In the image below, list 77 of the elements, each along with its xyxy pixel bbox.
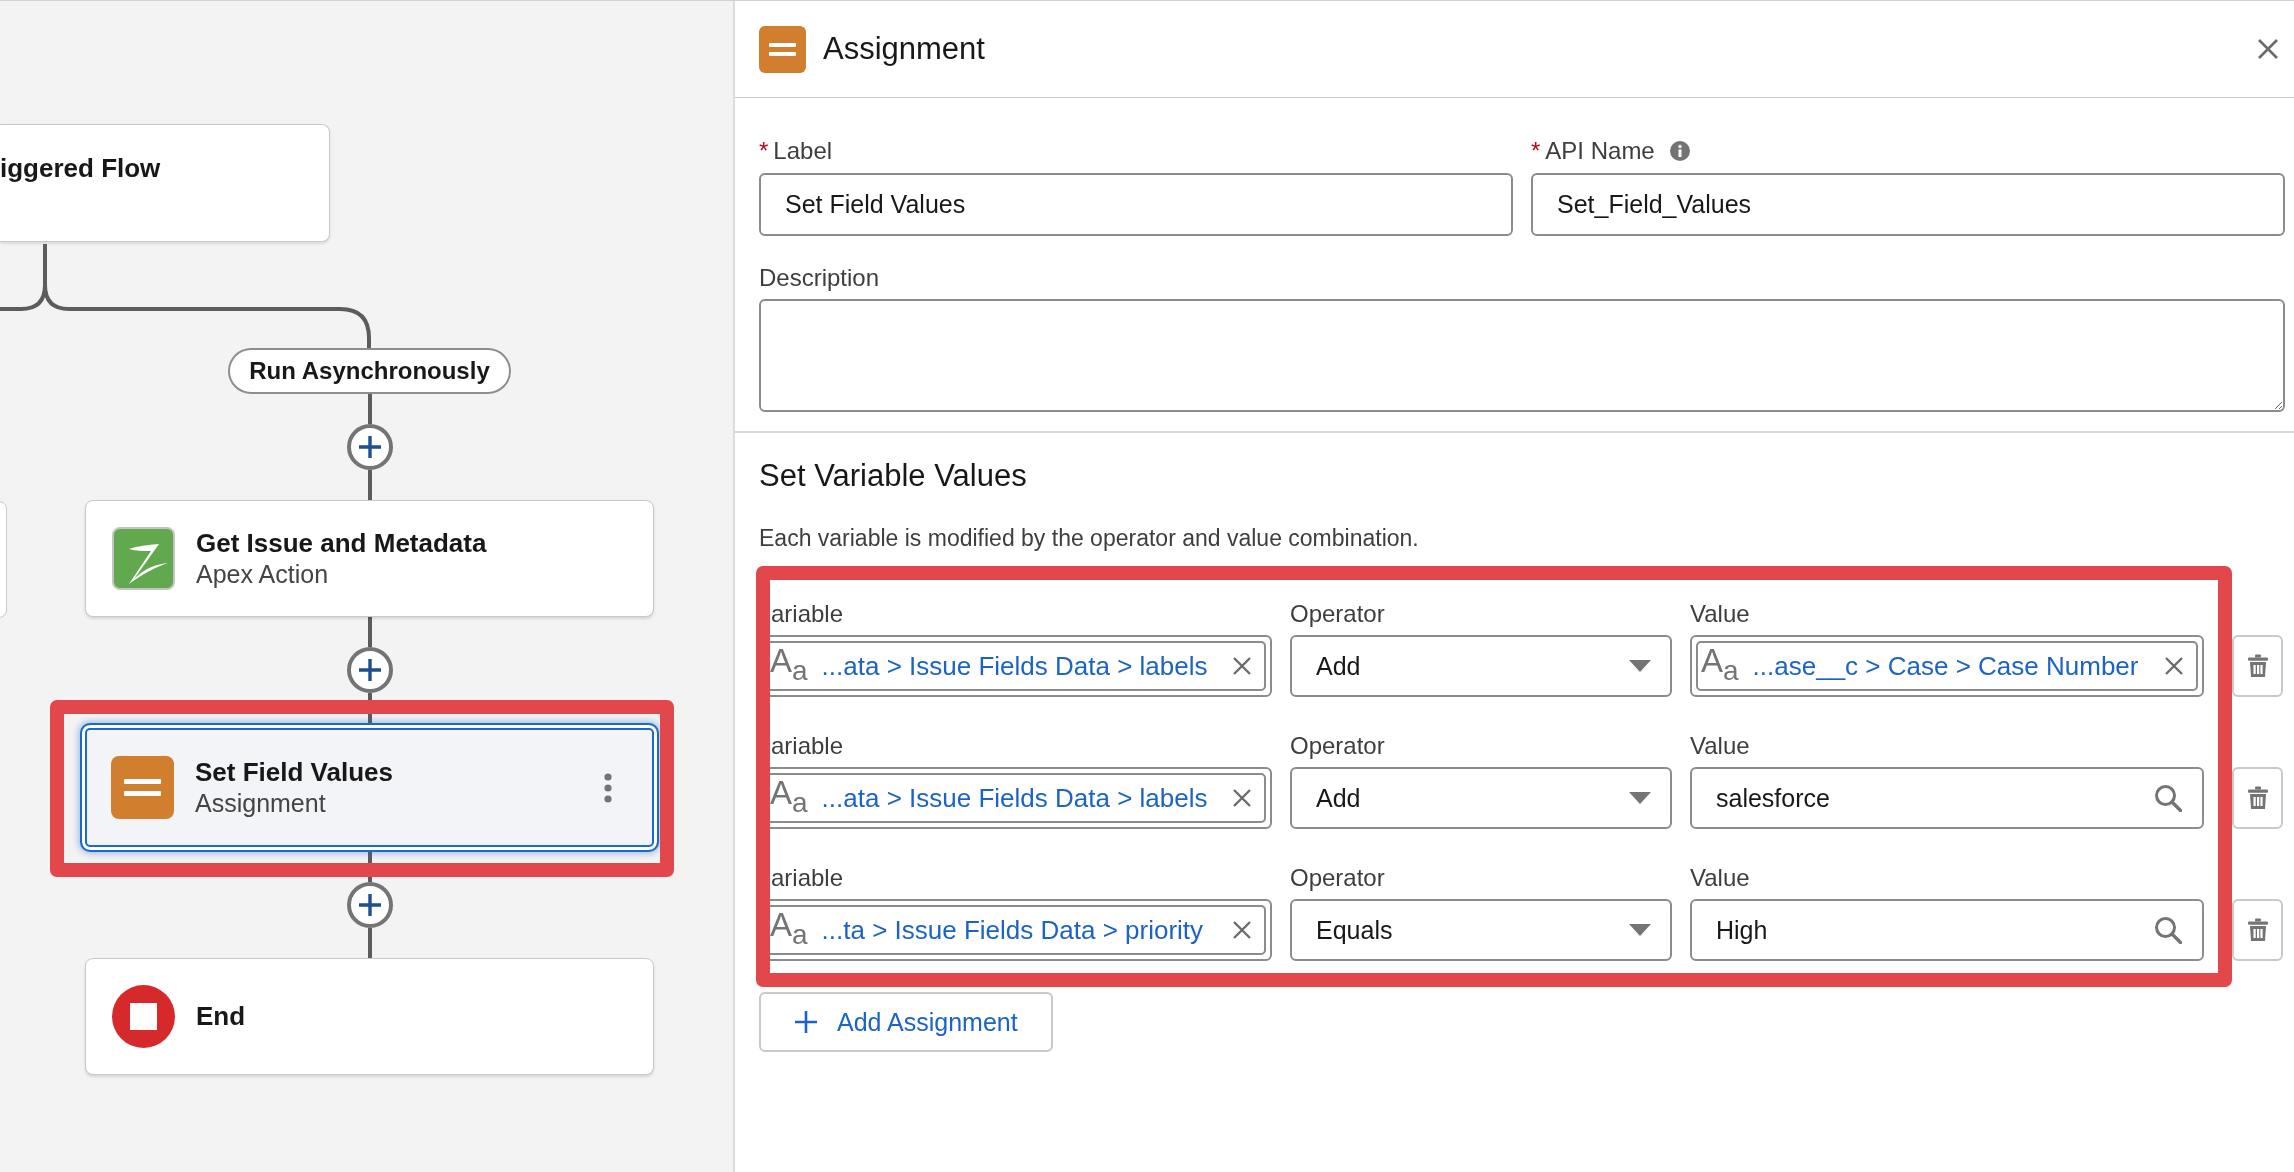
remove-icon[interactable] — [2164, 656, 2184, 676]
reference-text: ...ase__c > Case > Case Number — [1752, 650, 2139, 682]
equals-icon — [759, 25, 806, 73]
node-type: Assignment — [195, 787, 327, 819]
text-field[interactable]: Set_Field_Values — [1531, 173, 2285, 236]
more-options-icon[interactable] — [604, 772, 612, 803]
field-label: Operator — [1290, 863, 1386, 892]
add-assignment-button[interactable]: Add Assignment — [759, 992, 1053, 1052]
node-title: Set Field Values — [195, 756, 393, 788]
field-label: ariable — [770, 599, 845, 628]
value-field[interactable]: High — [1690, 899, 2204, 961]
trash-icon — [2246, 654, 2269, 678]
field-label: Value — [1690, 599, 1751, 628]
section-title: Set Variable Values — [759, 457, 1028, 494]
text-type-icon: A$_{a}$ — [770, 642, 808, 690]
field-label: Value — [1690, 731, 1751, 760]
operator-select[interactable]: Add — [1290, 635, 1672, 697]
description-field[interactable] — [759, 299, 2285, 412]
plus-icon — [357, 893, 382, 917]
field-label: Operator — [1290, 599, 1386, 628]
add-element-button[interactable] — [346, 424, 393, 470]
path-label: Run Asynchronously — [228, 348, 511, 394]
field-label: API Name — [1545, 136, 1655, 165]
text-type-icon: A$_{a}$ — [1701, 642, 1739, 690]
close-icon — [2257, 38, 2279, 60]
field-label: ariable — [770, 731, 845, 760]
add-element-button[interactable] — [346, 647, 393, 693]
field-label: Label — [773, 136, 833, 165]
info-icon[interactable] — [1669, 140, 1690, 161]
value-field[interactable]: salesforce — [1690, 767, 2204, 829]
stop-icon — [112, 985, 175, 1048]
remove-icon[interactable] — [1232, 656, 1252, 676]
field-label: Value — [1690, 863, 1751, 892]
flow-node[interactable]: Get Issue and Metadata Apex Action — [85, 500, 654, 617]
plus-icon — [357, 435, 382, 459]
field-label: Operator — [1290, 731, 1386, 760]
required-mark: * — [1531, 136, 1541, 165]
node-title: iggered Flow — [0, 153, 161, 183]
flow-node[interactable]: End — [85, 958, 654, 1075]
value-field[interactable]: A$_{a}$ ...ase__c > Case > Case Number — [1690, 635, 2204, 697]
flow-node[interactable]: Set Field Values Assignment — [80, 723, 659, 852]
search-icon[interactable] — [2154, 916, 2182, 944]
trash-icon — [2246, 786, 2269, 810]
help-text: Each variable is modified by the operator and value combination. — [759, 524, 1420, 552]
text-type-icon: A$_{a}$ — [770, 774, 808, 822]
reference-text: ...ata > Issue Fields Data > labels — [821, 782, 1208, 814]
search-icon[interactable] — [2154, 784, 2182, 812]
plus-icon — [794, 1010, 818, 1034]
node-title: End — [196, 1001, 246, 1032]
caret-icon — [1629, 792, 1651, 804]
reference-pill[interactable]: A$_{a}$ ...ase__c > Case > Case Number — [1696, 641, 2198, 691]
delete-button[interactable] — [2232, 899, 2283, 961]
text-type-icon: A$_{a}$ — [770, 906, 808, 954]
node-type: Apex Action — [196, 558, 330, 590]
text-field[interactable]: Set Field Values — [759, 173, 1513, 236]
caret-icon — [1629, 924, 1651, 936]
add-element-button[interactable] — [346, 882, 393, 928]
required-mark: * — [759, 136, 769, 165]
node-title: Get Issue and Metadata — [196, 527, 487, 559]
field-label: Description — [759, 263, 881, 292]
delete-button[interactable] — [2232, 767, 2283, 829]
close-button[interactable] — [2257, 38, 2279, 60]
field-label: ariable — [770, 863, 845, 892]
remove-icon[interactable] — [1232, 920, 1252, 940]
operator-select[interactable]: Equals — [1290, 899, 1672, 961]
trash-icon — [2246, 918, 2269, 942]
panel-title: Assignment — [823, 31, 985, 67]
reference-text: ...ata > Issue Fields Data > labels — [821, 650, 1208, 682]
caret-icon — [1629, 660, 1651, 672]
equals-icon — [111, 756, 174, 819]
delete-button[interactable] — [2232, 635, 2283, 697]
remove-icon[interactable] — [1232, 788, 1252, 808]
flow-node[interactable]: iggered Flow — [0, 124, 330, 242]
plus-icon — [357, 658, 382, 682]
reference-text: ...ta > Issue Fields Data > priority — [821, 914, 1204, 946]
swoosh-icon — [112, 527, 175, 590]
operator-select[interactable]: Add — [1290, 767, 1672, 829]
